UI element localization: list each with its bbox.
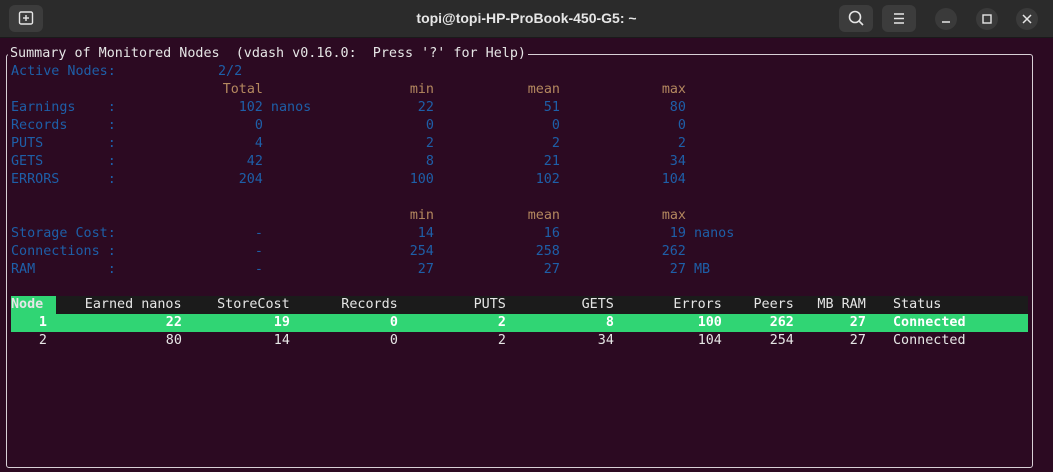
- table-header-earned-nanos: Earned nanos: [84, 297, 182, 312]
- table-cell: 80: [165, 333, 182, 348]
- summary-row-total: 42: [246, 154, 263, 169]
- search-button[interactable]: [839, 5, 873, 32]
- summary-row-max: 262: [661, 244, 686, 259]
- table-cell: 2: [38, 333, 47, 348]
- table-cell: 2: [497, 333, 506, 348]
- table-header-mb-ram: MB RAM: [817, 297, 866, 312]
- summary-row-min: 254: [409, 244, 434, 259]
- maximize-icon: [982, 14, 992, 24]
- summary-row-max: 80: [669, 100, 686, 115]
- summary-row-mean: 51: [543, 100, 560, 115]
- table-header-gets: GETS: [581, 297, 614, 312]
- summary-row-mean: 0: [551, 118, 560, 133]
- table-cell: 14: [273, 333, 290, 348]
- summary-row-mean: 16: [543, 226, 560, 241]
- summary-row-max: 19 nanos: [669, 226, 735, 241]
- table-header-errors: Errors: [673, 297, 722, 312]
- summary-row-max: 27 MB: [669, 262, 711, 277]
- summary-row-min: 27: [417, 262, 434, 277]
- table-header-node: Node: [11, 297, 44, 312]
- summary-row-min: 8: [425, 154, 434, 169]
- table-header-records: Records: [341, 297, 398, 312]
- summary-row-mean: 102: [535, 172, 560, 187]
- table-cell: Connected: [893, 333, 966, 348]
- summary-row-label: ERRORS :: [11, 172, 116, 187]
- summary-row-mean: 27: [543, 262, 560, 277]
- selected-row-highlight: [11, 314, 1028, 332]
- summary-row-mean: 258: [535, 244, 560, 259]
- summary-row-label: Connections :: [11, 244, 116, 259]
- search-icon: [848, 10, 864, 26]
- table-cell: 19: [273, 315, 290, 330]
- table-header-storecost: StoreCost: [217, 297, 290, 312]
- table-cell: 100: [697, 315, 722, 330]
- table-header-peers: Peers: [753, 297, 794, 312]
- summary-row-min: 2: [425, 136, 434, 151]
- summary-row-label: Storage Cost:: [11, 226, 116, 241]
- summary-row-label: RAM :: [11, 262, 116, 277]
- maximize-button[interactable]: [976, 8, 998, 30]
- table-cell: 262: [769, 315, 794, 330]
- table-cell: 34: [597, 333, 614, 348]
- summary-row-max: 34: [669, 154, 686, 169]
- summary-row-label: Earnings :: [11, 100, 116, 115]
- window-titlebar: topi@topi-HP-ProBook-450-G5: ~: [0, 0, 1053, 38]
- summary-row-label: GETS :: [11, 154, 116, 169]
- table-header-status: Status: [893, 297, 942, 312]
- table-cell: 22: [165, 315, 182, 330]
- summary-row-label: PUTS :: [11, 136, 116, 151]
- table-cell: 254: [769, 333, 794, 348]
- table-cell: Connected: [893, 315, 966, 330]
- summary-row-label: Records :: [11, 118, 116, 133]
- max-header: max: [661, 82, 686, 97]
- summary-border: [6, 54, 1033, 468]
- table-cell: 27: [849, 315, 866, 330]
- active-nodes-label: Active Nodes:: [11, 64, 116, 79]
- hamburger-menu-icon: [894, 13, 904, 24]
- mean-header-2: mean: [527, 208, 560, 223]
- total-header: Total: [222, 82, 263, 97]
- menu-button[interactable]: [882, 5, 916, 32]
- max-header-2: max: [661, 208, 686, 223]
- summary-row-total: 4: [254, 136, 263, 151]
- summary-row-total: -: [254, 226, 263, 241]
- summary-row-max: 0: [677, 118, 686, 133]
- summary-row-min: 22: [417, 100, 434, 115]
- table-cell: 2: [497, 315, 506, 330]
- summary-row-max: 2: [677, 136, 686, 151]
- minimize-button[interactable]: [935, 8, 957, 30]
- min-header-2: min: [409, 208, 434, 223]
- summary-row-mean: 2: [551, 136, 560, 151]
- mean-header: mean: [527, 82, 560, 97]
- table-cell: 27: [849, 333, 866, 348]
- close-button[interactable]: [1016, 8, 1038, 30]
- summary-row-total: -: [254, 244, 263, 259]
- summary-row-min: 100: [409, 172, 434, 187]
- summary-row-min: 0: [425, 118, 434, 133]
- minimize-icon: [942, 21, 950, 23]
- summary-row-total: 102 nanos: [238, 100, 312, 115]
- summary-row-total: 204: [238, 172, 263, 187]
- summary-row-min: 14: [417, 226, 434, 241]
- table-cell: 0: [389, 333, 398, 348]
- active-nodes-value: 2/2: [218, 64, 243, 79]
- min-header: min: [409, 82, 434, 97]
- table-cell: 0: [389, 315, 398, 330]
- table-header-puts: PUTS: [473, 297, 506, 312]
- panel-header: Summary of Monitored Nodes (vdash v0.16.…: [8, 45, 528, 63]
- table-cell: 1: [38, 315, 47, 330]
- summary-row-total: 0: [254, 118, 263, 133]
- terminal-area[interactable]: Summary of Monitored Nodes (vdash v0.16.…: [0, 38, 1053, 472]
- summary-row-max: 104: [661, 172, 686, 187]
- close-icon: [1022, 14, 1032, 24]
- summary-row-mean: 21: [543, 154, 560, 169]
- table-cell: 104: [697, 333, 722, 348]
- table-cell: 8: [605, 315, 614, 330]
- summary-row-total: -: [254, 262, 263, 277]
